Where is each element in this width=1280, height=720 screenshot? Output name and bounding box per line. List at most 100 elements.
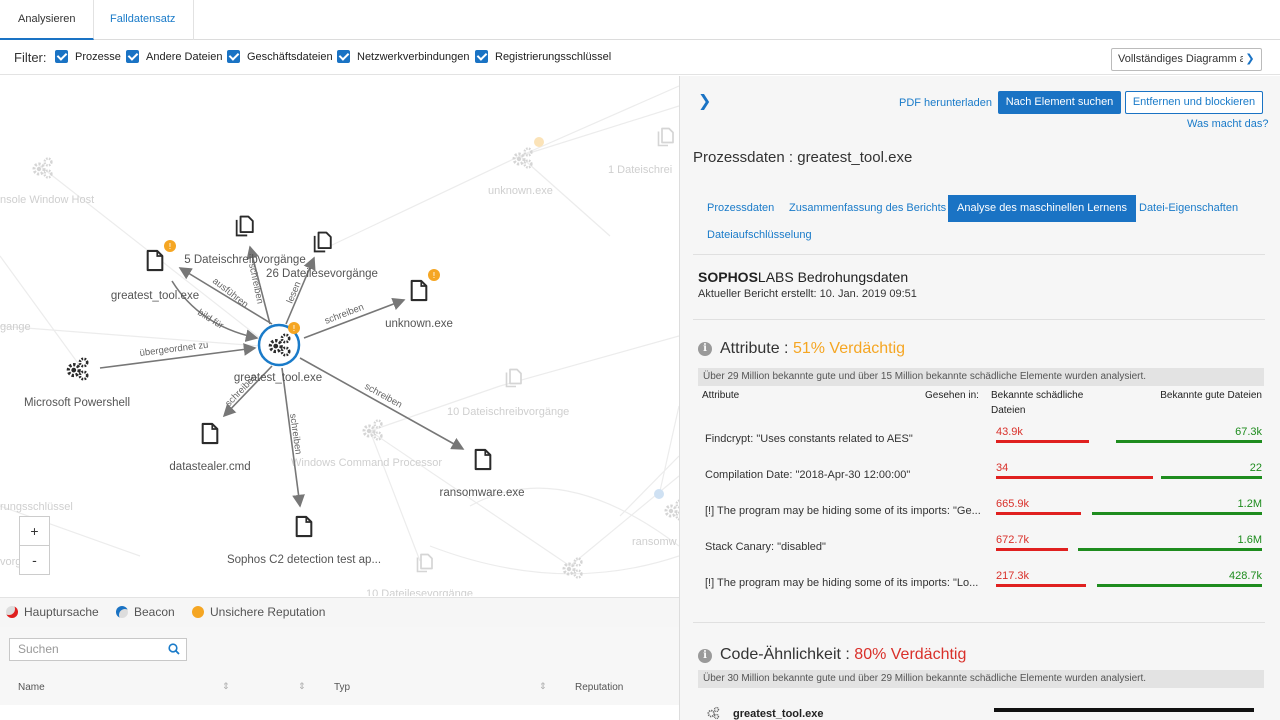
column-header-seen-in: Gesehen in: [925,390,979,401]
known-good-bar [1078,548,1262,551]
column-header-reputation[interactable]: Reputation [575,682,623,693]
node-label-sophos-c2: Sophos C2 detection test ap... [227,554,381,566]
known-bad-count: 665.9k [996,498,1030,510]
known-good-bar [1161,476,1262,479]
known-bad-count: 43.9k [996,426,1023,438]
details-panel: ❯ PDF herunterladen Nach Element suchen … [679,76,1280,720]
faded-label-unknown: unknown.exe [488,185,553,197]
documents-icon [657,127,674,147]
known-bad-count: 672.7k [996,534,1030,546]
legend-beacon: Beacon [116,605,175,619]
known-good-count: 22 [1249,462,1262,474]
column-header-type[interactable]: Typ [334,682,350,693]
sort-icon[interactable]: ⇕ [539,681,547,692]
document-icon [201,422,219,445]
known-good-count: 1.2M [1237,498,1262,510]
root-cause-icon [6,606,18,618]
edge-label-build: bild für [195,307,225,331]
svg-text:!: ! [292,324,295,333]
zoom-in-button[interactable]: + [19,516,50,546]
tab-dateiaufschluesselung[interactable]: Dateiaufschlüsselung [698,222,821,249]
divider [693,254,1265,255]
node-label-ransomware: ransomware.exe [439,487,524,499]
attribute-name: Stack Canary: "disabled" [705,541,826,553]
known-good-count: 1.6M [1237,534,1262,546]
process-graph[interactable]: nsole Window Host unknown.exe 1 Dateisch… [0,76,679,596]
legend-unsafe-reputation: Unsichere Reputation [192,605,325,619]
beacon-icon [116,606,128,618]
faded-label-cmd: Windows Command Processor [291,457,442,469]
checkbox-checked-icon [475,50,488,63]
known-good-bar [1092,512,1262,515]
attribute-name: [!] The program may be hiding some of it… [705,577,979,589]
tab-prozessdaten[interactable]: Prozessdaten [698,195,783,222]
checkbox-checked-icon [337,50,350,63]
tab-analysieren[interactable]: Analysieren [0,0,95,40]
filter-prozesse-checkbox[interactable]: Prozesse [55,50,121,63]
svg-text:!: ! [432,271,435,280]
checkbox-checked-icon [55,50,68,63]
reputation-badge [534,137,544,147]
attributes-suspicion-percent: 51% Verdächtig [792,340,906,357]
what-does-this-do-link[interactable]: Was macht das? [1187,118,1269,130]
known-bad-count: 217.3k [996,570,1030,582]
documents-icon [416,553,433,573]
known-bad-bar [996,440,1089,443]
zoom-out-button[interactable]: - [19,545,50,575]
faded-label-registry: rungsschlüssel [0,501,73,513]
filter-bar: Filter: Prozesse Andere Dateien Geschäft… [0,41,1280,75]
faded-label-gange: gange [0,321,31,333]
column-header-attribute: Attribute [702,390,740,401]
known-bad-bar [996,548,1068,551]
gear-icon [664,499,679,521]
beacon-badge [654,489,664,499]
background-nodes [32,127,679,579]
sort-icon[interactable]: ⇕ [222,681,230,692]
node-label-read26: 26 Dateilesevorgänge [266,268,378,280]
filter-label: Filter: [14,50,47,65]
sort-icon[interactable]: ⇕ [298,681,306,692]
code-analyzed-note: Über 30 Million bekannte gute und über 2… [698,670,1264,688]
find-element-button[interactable]: Nach Element suchen [998,91,1121,114]
node-label-unknown: unknown.exe [385,318,453,330]
filter-geschaeftsdateien-checkbox[interactable]: Geschäftsdateien [227,50,333,63]
tab-falldatensatz[interactable]: Falldatensatz [92,0,195,40]
filter-netzwerk-checkbox[interactable]: Netzwerkverbindungen [337,50,470,63]
element-list: Suchen Name ⇕ ⇕ Typ ⇕ Reputation [0,627,679,720]
info-icon[interactable]: i [698,342,712,356]
remove-and-block-button[interactable]: Entfernen und blockieren [1125,91,1263,114]
faded-label-read10: 10 Dateilesevorgänge [366,588,473,596]
collapse-panel-chevron-icon[interactable]: ❯ [698,91,711,111]
tab-machine-learning[interactable]: Analyse des maschinellen Lernens [948,195,1136,222]
gear-icon [66,357,89,381]
faded-label-console: nsole Window Host [0,194,94,206]
info-icon[interactable]: i [698,649,712,663]
diagram-mode-select[interactable]: Vollständiges Diagramm an ❯ [1111,48,1262,71]
document-icon [410,279,428,302]
faded-label-ransomw: ransomw [632,536,677,548]
legend-root-cause: Hauptursache [6,605,99,619]
document-icon [295,515,313,538]
checkbox-checked-icon [227,50,240,63]
node-label-greatest-left: greatest_tool.exe [111,290,199,302]
filter-registrierung-checkbox[interactable]: Registrierungsschlüssel [475,50,611,63]
document-icon [146,249,164,272]
pdf-download-link[interactable]: PDF herunterladen [899,97,992,109]
search-input[interactable]: Suchen [9,638,187,661]
background-edges [0,85,679,575]
edge-label-write5: schreiben [246,262,265,305]
documents-icon [313,231,332,253]
code-similarity-bar [994,708,1254,712]
gear-icon [562,557,583,579]
process-data-title: Prozessdaten : greatest_tool.exe [693,149,913,166]
table-row[interactable] [0,705,679,720]
search-icon [168,643,180,655]
faded-label-write10: 10 Dateischreibvorgänge [447,406,569,418]
tab-zusammenfassung[interactable]: Zusammenfassung des Berichts [780,195,955,222]
edge-label-c2: schreiben [287,413,304,455]
filter-andere-dateien-checkbox[interactable]: Andere Dateien [126,50,222,63]
tab-datei-eigenschaften[interactable]: Datei-Eigenschaften [1130,195,1247,222]
column-header-name[interactable]: Name [18,682,45,693]
process-graph-canvas: nsole Window Host unknown.exe 1 Dateisch… [0,85,679,596]
known-bad-bar [996,512,1081,515]
